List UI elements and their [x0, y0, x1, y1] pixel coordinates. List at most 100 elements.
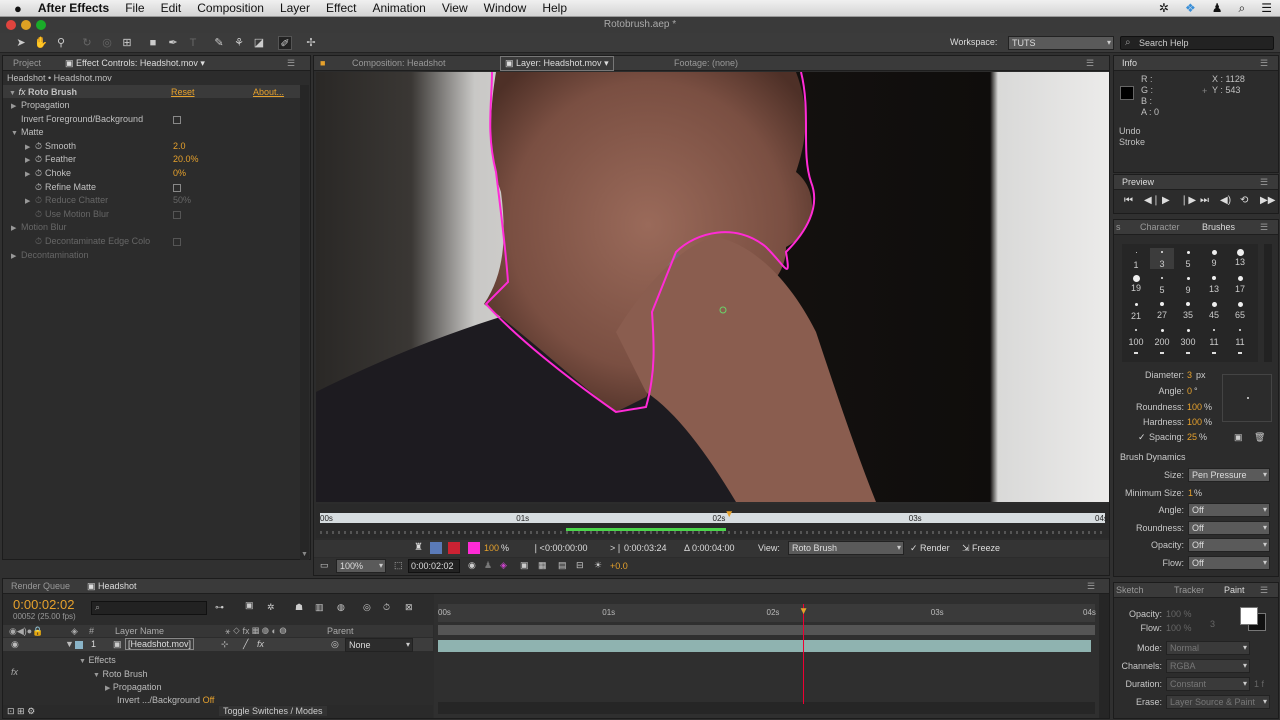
dynamics-select[interactable]: Off	[1188, 503, 1270, 517]
zoom-tool-icon[interactable]: ⚲	[54, 36, 68, 50]
view-select[interactable]: Roto Brush	[788, 541, 904, 555]
camera-tool-icon[interactable]: ◎	[100, 36, 114, 50]
layer-controls-icon[interactable]: ▤	[558, 560, 567, 571]
viewer-lock-icon[interactable]: ■	[320, 58, 325, 68]
tab-preview[interactable]: Preview	[1122, 177, 1154, 187]
brush-preset[interactable]: 11	[1228, 326, 1252, 347]
graph-editor-icon[interactable]: ⊠	[405, 602, 413, 613]
effect-property-row[interactable]: ⏱ Decontaminate Edge Colo	[25, 236, 150, 247]
render-checkbox[interactable]: ✓ Render	[910, 543, 950, 554]
magnification-select[interactable]: 100%	[336, 559, 386, 573]
spacing-value[interactable]: 25	[1187, 432, 1197, 442]
foreground-color-swatch[interactable]	[1240, 607, 1258, 625]
tab-layer[interactable]: ▣ Layer: Headshot.mov ▾	[500, 56, 614, 71]
effect-property-value[interactable]: 20.0%	[173, 154, 199, 164]
brush-preset[interactable]: 3	[1150, 248, 1174, 269]
propagation-expand[interactable]: ▶ Propagation	[105, 682, 161, 692]
expand-arrow-icon[interactable]: ▶	[11, 252, 21, 260]
stopwatch-icon[interactable]: ⏱	[35, 182, 42, 192]
stopwatch-icon[interactable]: ⏱	[35, 141, 42, 151]
exposure-icon[interactable]: ☀	[594, 560, 602, 571]
search-help-input[interactable]: ⌕ Search Help	[1120, 36, 1274, 50]
effect-property-row[interactable]: ▼ Matte	[11, 127, 44, 137]
rectangle-tool-icon[interactable]: ■	[146, 36, 160, 50]
layer-expand-icon[interactable]: ▼	[65, 639, 74, 649]
tab-sketch[interactable]: Sketch	[1116, 585, 1144, 595]
draft-3d-icon[interactable]: ✲	[267, 602, 275, 613]
timeline-zoom-strip[interactable]	[438, 702, 1095, 714]
menu-effect[interactable]: Effect	[318, 1, 364, 15]
grid-icon[interactable]: ▭	[320, 560, 329, 571]
brush-preset[interactable]: 13	[1202, 274, 1226, 294]
tab-headshot[interactable]: ▣ Headshot	[87, 581, 137, 592]
column-layer-name[interactable]: Layer Name	[115, 626, 164, 636]
reset-button[interactable]: Reset	[171, 87, 195, 97]
region-of-interest-icon[interactable]: ▣	[520, 560, 529, 571]
brush-preset[interactable]: 200	[1150, 326, 1174, 347]
alpha-icon[interactable]	[430, 542, 442, 554]
transparency-grid-icon[interactable]: ▦	[538, 560, 547, 571]
overlay-opacity-value[interactable]: 100	[484, 543, 499, 553]
diameter-value[interactable]: 3	[1187, 370, 1192, 380]
stopwatch-icon[interactable]: ⏱	[35, 154, 42, 164]
brush-preset[interactable]	[1160, 352, 1164, 354]
roundness-value[interactable]: 100	[1187, 402, 1202, 412]
overlay-color-swatch[interactable]	[468, 542, 480, 554]
out-point[interactable]: 0:00:03:24	[624, 543, 667, 553]
in-point[interactable]: 0:00:00:00	[545, 543, 588, 553]
audio-icon[interactable]: ◀)	[1220, 195, 1231, 206]
tab-project[interactable]: Project	[13, 58, 41, 68]
layer-timeline[interactable]: 00s 01s 02s 03s 04s ▼	[316, 504, 1109, 538]
play-icon[interactable]: ▶	[1162, 195, 1170, 206]
paint-opacity-value[interactable]: 100 %	[1166, 609, 1192, 619]
layer-duration-bar[interactable]	[438, 640, 1091, 652]
effect-property-value[interactable]: 0%	[173, 168, 186, 178]
brush-preset[interactable]: 100	[1124, 326, 1148, 347]
layer-label-color[interactable]	[75, 641, 83, 649]
effect-property-value[interactable]: 50%	[173, 195, 191, 205]
ram-preview-icon[interactable]: ▶▶	[1260, 195, 1275, 206]
effect-property-checkbox[interactable]	[173, 183, 181, 192]
effect-property-value[interactable]: 2.0	[173, 141, 186, 151]
footer-switch-icons[interactable]: ⊡ ⊞ ⚙	[7, 706, 35, 717]
expand-arrow-icon[interactable]: ▼	[11, 130, 21, 137]
brush-preset[interactable]: 5	[1150, 274, 1174, 295]
effect-property-row[interactable]: ▶ ⏱ Feather	[25, 154, 76, 165]
tab-render-queue[interactable]: Render Queue	[11, 581, 70, 591]
guides-icon[interactable]: ⊟	[576, 560, 584, 571]
last-frame-icon[interactable]: ⏭	[1200, 195, 1209, 206]
brush-preset[interactable]	[1134, 352, 1138, 354]
effect-property-checkbox[interactable]	[173, 238, 181, 246]
clone-stamp-tool-icon[interactable]: ⚘	[232, 36, 246, 50]
expand-arrow-icon[interactable]: ▶	[25, 156, 35, 164]
brush-preset[interactable]: 13	[1228, 248, 1252, 267]
viewer-menu-icon[interactable]: ☰	[1086, 58, 1094, 69]
pen-tool-icon[interactable]: ✒	[166, 36, 180, 50]
freeze-button[interactable]: ⇲ Freeze	[962, 543, 1000, 554]
hand-tool-icon[interactable]: ✋	[34, 36, 48, 50]
eraser-tool-icon[interactable]: ◪	[252, 36, 266, 50]
tab-character[interactable]: Character	[1140, 222, 1180, 232]
current-time[interactable]: 0:00:02:02	[408, 559, 460, 573]
paint-channels-select[interactable]: RGBA	[1166, 659, 1250, 673]
effect-expand-icon[interactable]: ▼ fx Roto Brush	[9, 87, 77, 97]
set-out-icon[interactable]: >❘	[610, 543, 623, 554]
brush-preset[interactable]	[1238, 352, 1242, 354]
pickwhip-icon[interactable]: ◎	[331, 639, 339, 650]
angle-value[interactable]: 0	[1187, 386, 1192, 396]
motion-blur-icon[interactable]: ◍	[337, 602, 345, 613]
effect-property-row[interactable]: ▶ ⏱ Reduce Chatter	[25, 195, 108, 206]
tab-effect-controls[interactable]: ▣ Effect Controls: Headshot.mov ▾	[65, 58, 205, 69]
menu-animation[interactable]: Animation	[364, 1, 433, 15]
brush-preset[interactable]: 11	[1202, 326, 1226, 347]
channel-icon[interactable]: ◈	[500, 560, 507, 571]
about-button[interactable]: About...	[253, 87, 284, 97]
panel-menu-icon[interactable]: ☰	[287, 58, 295, 69]
timeline-search-input[interactable]: ⌕	[91, 601, 207, 615]
dynamics-select[interactable]: Pen Pressure	[1188, 468, 1270, 482]
effect-property-row[interactable]: ▶ Propagation	[11, 100, 70, 110]
first-frame-icon[interactable]: ⏮	[1124, 195, 1133, 206]
preview-menu-icon[interactable]: ☰	[1260, 177, 1268, 188]
pan-behind-tool-icon[interactable]: ⊞	[120, 36, 134, 50]
paint-menu-icon[interactable]: ☰	[1260, 585, 1268, 596]
